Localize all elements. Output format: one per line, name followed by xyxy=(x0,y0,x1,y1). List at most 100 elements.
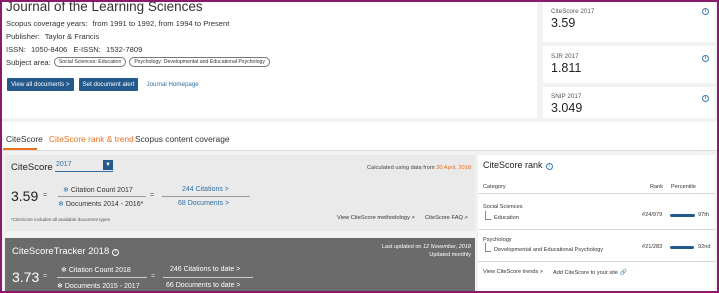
publisher-value: Taylor & Francis xyxy=(44,32,100,41)
citescore-rank-panel: CiteScore rank i Category Rank Percentile… xyxy=(478,155,715,291)
metric-card-snip: SNIP 2017 3.049 i xyxy=(543,87,715,118)
documents-label: ❄ Documents 2014 - 2016* xyxy=(58,201,144,208)
tabs-bar: CiteScore CiteScore rank & trend Scopus … xyxy=(2,122,717,151)
tracker-documents-label: ❄ Documents 2015 - 2017 xyxy=(57,283,140,290)
snowflake-icon: ❄ xyxy=(63,187,69,194)
journal-info-panel: Journal of the Learning Sciences Scopus … xyxy=(2,0,537,118)
equals-sign: = xyxy=(151,273,156,280)
tracker-value: 3.73 xyxy=(12,269,40,285)
subject-area-row: Subject area: Social Sciences: Education… xyxy=(6,57,533,67)
col-rank: Rank xyxy=(650,184,664,190)
faq-link[interactable]: CiteScore FAQ > xyxy=(425,215,468,221)
journal-homepage-link[interactable]: Journal Homepage xyxy=(146,81,198,88)
coverage-value: from 1991 to 1992, from 1994 to Present xyxy=(92,19,230,28)
col-category: Category xyxy=(483,184,506,190)
add-to-site-link[interactable]: Add CiteScore to your site 🔗 xyxy=(553,269,627,276)
citescore-value: 3.59 xyxy=(11,188,39,204)
citescore-title: CiteScore xyxy=(11,162,53,173)
divider xyxy=(478,261,715,262)
rank-number: #21/283 xyxy=(642,244,663,250)
updated-prefix: Last updated on xyxy=(382,244,422,250)
fraction-line xyxy=(162,196,250,197)
citations-link[interactable]: 244 Citations > xyxy=(182,186,229,193)
citescore-footnote: *CiteScore includes all available docume… xyxy=(11,217,111,222)
subject-tag-education[interactable]: Social Sciences: Education xyxy=(53,57,127,67)
fraction-line xyxy=(57,277,147,278)
percentile-value: 97th xyxy=(698,212,709,218)
info-icon[interactable]: i xyxy=(702,55,709,62)
tracker-citations-link[interactable]: 246 Citations to date > xyxy=(170,266,240,273)
metric-label: SNIP 2017 xyxy=(551,93,582,100)
subject-label: Subject area: xyxy=(6,57,51,67)
percentile-bar-fill xyxy=(670,214,696,217)
eissn-value: 1532-7809 xyxy=(105,45,143,54)
link-icon: 🔗 xyxy=(619,270,628,276)
view-trends-link[interactable]: View CiteScore trends > xyxy=(483,269,543,275)
metric-card-citescore: CiteScore 2017 3.59 i xyxy=(543,2,715,42)
journal-title: Journal of the Learning Sciences xyxy=(6,0,203,14)
metric-value: 3.049 xyxy=(551,101,583,115)
documents-link[interactable]: 68 Documents > xyxy=(178,200,229,207)
subject-tag-psychology[interactable]: Psychology: Developmental and Educationa… xyxy=(129,57,270,67)
citescore-panel: CiteScore 2017 ▼ Calculated using data f… xyxy=(5,155,475,231)
info-icon[interactable]: i xyxy=(702,8,709,15)
rank-subcategory: Developmental and Educational Psychology xyxy=(483,243,603,253)
percentile-bar xyxy=(670,214,696,217)
tab-citescore-rank-trend[interactable]: CiteScore rank & trend xyxy=(49,134,134,144)
info-icon[interactable]: i xyxy=(545,163,553,170)
snowflake-icon: ❄ xyxy=(58,201,64,208)
percentile-bar xyxy=(670,246,696,249)
active-tab-indicator xyxy=(3,148,37,150)
metric-label: SJR 2017 xyxy=(551,53,579,60)
tab-citescore[interactable]: CiteScore xyxy=(6,134,43,144)
eissn-label: E-ISSN: xyxy=(73,45,101,54)
metric-label: CiteScore 2017 xyxy=(551,8,595,15)
rank-number: #24/979 xyxy=(642,212,663,218)
snowflake-icon: ❄ xyxy=(57,283,63,290)
divider xyxy=(478,193,715,194)
calculated-note: Calculated using data from 30 April, 201… xyxy=(367,165,471,171)
chevron-down-icon: ▼ xyxy=(103,160,113,170)
calc-prefix: Calculated using data from xyxy=(366,165,435,171)
percentile-value: 92nd xyxy=(698,244,711,250)
tracker-title: CiteScoreTracker 2018 i xyxy=(12,246,120,257)
year-select[interactable]: 2017 ▼ xyxy=(55,160,113,172)
citation-count-label: ❄ Citation Count 2017 xyxy=(63,187,133,194)
issn-value: 1050-8406 xyxy=(30,45,68,54)
fraction-line xyxy=(58,196,146,197)
tracker-updated: Last updated on 12 November, 2018 Update… xyxy=(382,243,471,259)
citescore-tracker-panel: CiteScoreTracker 2018 i Last updated on 1… xyxy=(5,238,475,293)
metric-value: 1.811 xyxy=(551,61,582,75)
publisher-line: Publisher: Taylor & Francis xyxy=(6,30,533,43)
updated-frequency: Updated monthly xyxy=(429,252,471,258)
tracker-documents-link[interactable]: 66 Documents to date > xyxy=(166,282,241,289)
tab-scopus-content-coverage[interactable]: Scopus content coverage xyxy=(135,134,230,144)
percentile-bar-fill xyxy=(670,246,694,249)
updated-date: 12 November, 2018 xyxy=(422,244,471,250)
issn-label: ISSN: xyxy=(6,45,26,54)
fraction-line xyxy=(163,277,253,278)
action-row: View all documents > Set document alert … xyxy=(7,78,199,91)
year-select-value: 2017 xyxy=(56,161,72,168)
view-all-documents-button[interactable]: View all documents > xyxy=(7,78,74,91)
info-icon[interactable]: i xyxy=(702,95,709,102)
equals-sign: = xyxy=(150,192,155,199)
rank-title: CiteScore rank i xyxy=(483,160,553,170)
divider xyxy=(478,229,715,230)
coverage-label: Scopus coverage years: xyxy=(6,19,88,28)
metric-card-sjr: SJR 2017 1.811 i xyxy=(543,46,715,83)
set-document-alert-button[interactable]: Set document alert xyxy=(78,78,139,91)
issn-line: ISSN: 1050-8406 E-ISSN: 1532-7809 xyxy=(6,43,533,56)
rank-category: Social Sciences xyxy=(483,204,523,210)
equals-sign: = xyxy=(43,273,48,280)
snowflake-icon: ❄ xyxy=(61,267,67,274)
metric-value: 3.59 xyxy=(551,16,576,30)
calc-date-link[interactable]: 30 April, 2018 xyxy=(436,165,471,171)
equals-sign: = xyxy=(43,192,48,199)
publisher-label: Publisher: xyxy=(6,32,40,41)
tracker-citation-label: ❄ Citation Count 2018 xyxy=(61,267,131,274)
info-icon[interactable]: i xyxy=(112,249,120,256)
methodology-link[interactable]: View CiteScore methodology > xyxy=(337,215,415,221)
rank-subcategory: Education xyxy=(483,211,519,221)
coverage-line: Scopus coverage years: from 1991 to 1992… xyxy=(6,17,533,30)
